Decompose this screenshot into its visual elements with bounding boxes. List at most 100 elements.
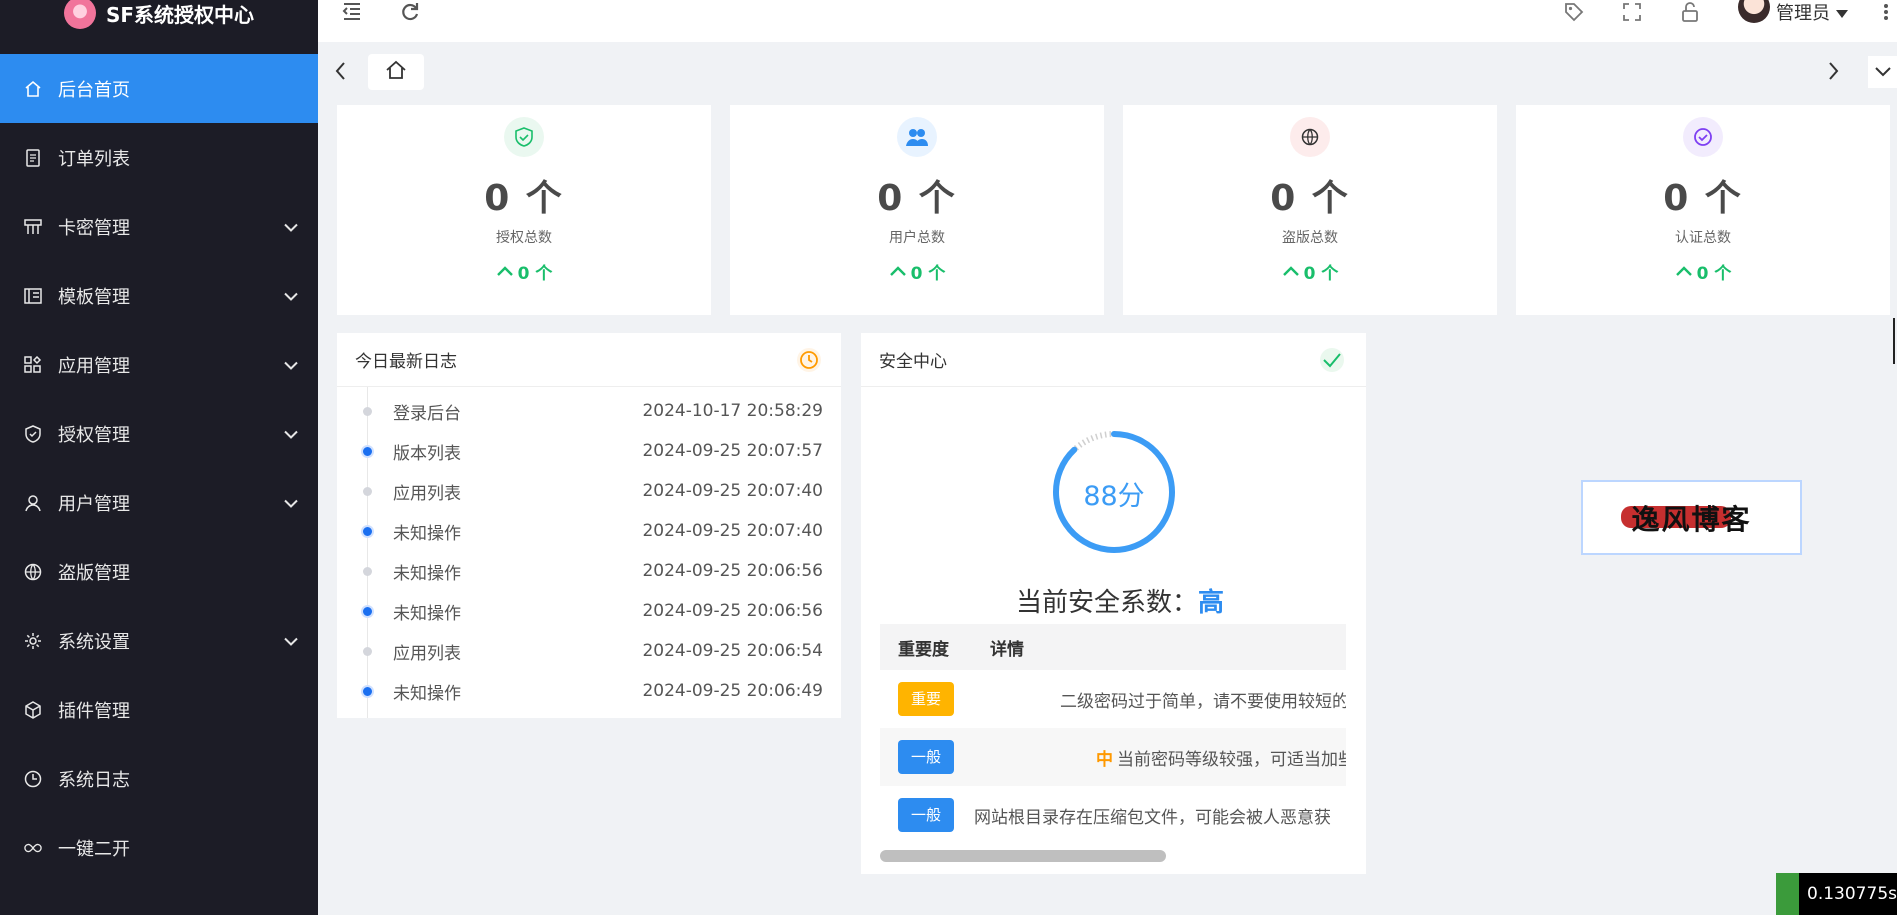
fullscreen-icon[interactable] [1620, 0, 1644, 24]
gauge-tick [1090, 435, 1095, 442]
blog-logo-text: 逸风博客 [1631, 502, 1752, 536]
sidebar-item-label: 模板管理 [58, 286, 130, 308]
log-time: 2024-09-25 20:06:49 [642, 681, 823, 701]
log-entry: 版本列表 2024-09-25 20:07:57 [337, 431, 841, 471]
edge-marker [1893, 318, 1895, 364]
log-entry: 登录后台 2024-10-17 20:58:29 [337, 391, 841, 431]
col-importance: 重要度 [898, 639, 949, 660]
users-icon [897, 117, 937, 157]
globe-icon [1290, 117, 1330, 157]
sidebar-item-label: 后台首页 [58, 79, 130, 101]
security-score: 88分 [1083, 481, 1145, 512]
shield-icon [24, 424, 42, 443]
security-row: 重要 二级密码过于简单，请不要使用较短的纯 [880, 670, 1346, 728]
log-time: 2024-09-25 20:07:40 [642, 521, 823, 541]
grid-icon [24, 218, 42, 236]
sidebar-item-10[interactable]: 系统日志 [0, 744, 318, 813]
sidebar-item-label: 授权管理 [58, 424, 130, 446]
tab-home[interactable] [368, 54, 424, 90]
security-coef-label: 当前安全系数： [1015, 588, 1198, 618]
home-icon [24, 80, 42, 98]
log-panel: 今日最新日志 登录后台 2024-10-17 20:58:29 版本列表 2024-0… [337, 333, 841, 718]
security-detail: 中当前密码等级较强，可适当加些字 [974, 745, 1346, 770]
log-panel-header: 今日最新日志 [337, 333, 841, 387]
gauge-tick [1081, 439, 1087, 446]
sidebar-item-1[interactable]: 订单列表 [0, 123, 318, 192]
log-entry: 未知操作 2024-09-25 20:07:40 [337, 511, 841, 551]
sidebar-item-7[interactable]: 盗版管理 [0, 537, 318, 606]
sidebar: SF系统授权中心 后台首页订单列表 卡密管理模板管理应用管理授权管理用户管理盗版管… [0, 0, 318, 915]
security-detail-text: 二级密码过于简单，请不要使用较短的纯 [1060, 691, 1346, 712]
log-action: 应用列表 [393, 643, 461, 664]
app-title: SF系统授权中心 [105, 2, 255, 27]
sidebar-item-8[interactable]: 系统设置 [0, 606, 318, 675]
log-action: 未知操作 [393, 523, 461, 544]
stat-card: 0 个用户总数 0 个 [730, 105, 1104, 315]
clock-icon [797, 348, 821, 372]
stat-trend: 0 个 [1675, 259, 1731, 284]
sidebar-menu: 后台首页订单列表 卡密管理模板管理应用管理授权管理用户管理盗版管理系统设置插件管理… [0, 54, 318, 882]
infinity-icon [24, 839, 42, 857]
horizontal-scrollbar[interactable] [880, 850, 1166, 862]
stat-trend: 0 个 [1282, 259, 1338, 284]
log-time: 2024-09-25 20:06:54 [642, 641, 823, 661]
trend-up-icon [496, 262, 514, 282]
sidebar-item-11[interactable]: 一键二开 [0, 813, 318, 882]
stat-card: 0 个盗版总数 0 个 [1123, 105, 1497, 315]
sidebar-item-label: 系统设置 [58, 631, 130, 653]
tab-prev-icon[interactable] [334, 60, 348, 86]
trend-up-icon [1675, 262, 1693, 282]
timeline-dot [363, 566, 372, 576]
security-detail-prefix: 中 [1096, 749, 1113, 770]
sidebar-item-6[interactable]: 用户管理 [0, 468, 318, 537]
importance-badge: 重要 [898, 682, 954, 716]
refresh-icon[interactable] [398, 0, 422, 24]
timeline-dot [363, 406, 372, 416]
perf-badge[interactable]: 0.130775s [1776, 873, 1897, 915]
stat-label: 盗版总数 [1282, 230, 1338, 246]
brand[interactable]: SF系统授权中心 [0, 0, 318, 54]
stat-value: 0 个 [877, 178, 957, 219]
more-vertical-icon[interactable] [1874, 0, 1897, 24]
gauge-tick [1099, 432, 1103, 439]
log-panel-title: 今日最新日志 [355, 352, 457, 372]
admin-menu[interactable]: 管理员 [1738, 0, 1848, 24]
tab-menu-chevron-icon[interactable] [1868, 56, 1897, 88]
stat-value: 0 个 [484, 178, 564, 219]
collapse-menu-icon[interactable] [340, 0, 364, 24]
log-action: 未知操作 [393, 563, 461, 584]
lock-icon[interactable] [1678, 0, 1702, 24]
log-entry: 未知操作 2024-09-25 20:06:56 [337, 551, 841, 591]
chevron-down-icon [284, 354, 298, 375]
sidebar-item-label: 系统日志 [58, 769, 130, 791]
chevron-down-icon [284, 423, 298, 444]
sidebar-item-5[interactable]: 授权管理 [0, 399, 318, 468]
sidebar-item-label: 用户管理 [58, 493, 130, 515]
timeline-dot [361, 444, 374, 458]
log-entry: 未知操作 2024-09-25 20:06:56 [337, 591, 841, 631]
log-action: 版本列表 [393, 443, 461, 464]
security-table-body: 重要二级密码过于简单，请不要使用较短的纯一般中当前密码等级较强，可适当加些字一般… [880, 670, 1346, 844]
sidebar-item-label: 一键二开 [58, 838, 130, 860]
log-time: 2024-09-25 20:06:56 [642, 601, 823, 621]
log-time: 2024-09-25 20:06:56 [642, 561, 823, 581]
sidebar-item-3[interactable]: 模板管理 [0, 261, 318, 330]
importance-badge: 一般 [898, 798, 954, 832]
security-table-header: 重要度 详情 [880, 624, 1346, 670]
trend-up-icon [1282, 262, 1300, 282]
sidebar-item-4[interactable]: 应用管理 [0, 330, 318, 399]
security-table: 重要度 详情 重要 二级密码过于简单，请不要使用较短的纯 一般中当前密码等级较强，可… [880, 624, 1346, 846]
sidebar-item-9[interactable]: 插件管理 [0, 675, 318, 744]
gauge-tick [1095, 433, 1099, 440]
security-coefficient: 当前安全系数：高 [860, 582, 1380, 619]
log-action: 应用列表 [393, 483, 461, 504]
cube-icon [24, 700, 42, 719]
sidebar-item-0[interactable]: 后台首页 [0, 54, 318, 123]
importance-badge: 一般 [898, 740, 954, 774]
security-row: 一般中当前密码等级较强，可适当加些字 [880, 728, 1346, 786]
tag-icon[interactable] [1562, 0, 1586, 24]
security-panel-title: 安全中心 [879, 352, 947, 372]
sidebar-item-2[interactable]: 卡密管理 [0, 192, 318, 261]
tab-next-icon[interactable] [1826, 60, 1840, 86]
blog-logo-banner[interactable]: 逸风博客 [1581, 480, 1802, 555]
